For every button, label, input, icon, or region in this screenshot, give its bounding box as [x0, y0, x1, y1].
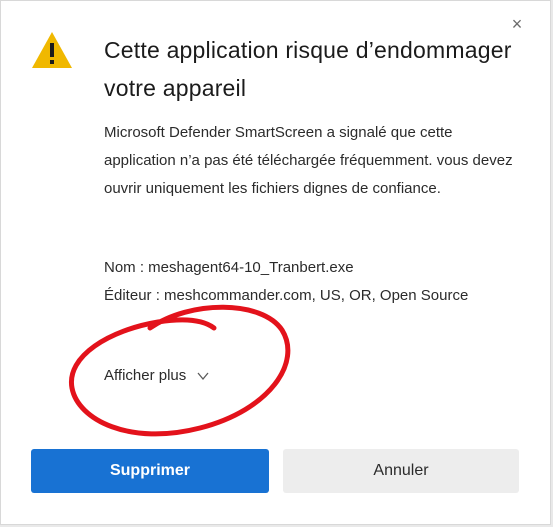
show-more-label: Afficher plus	[104, 367, 187, 384]
publisher: Éditeur : meshcommander.com, US, OR, Ope…	[104, 287, 469, 304]
warning-message: Microsoft Defender SmartScreen a signalé…	[104, 124, 513, 197]
chevron-down-icon	[197, 372, 209, 380]
delete-button[interactable]: Supprimer	[31, 449, 269, 493]
show-more-toggle[interactable]: Afficher plus	[104, 367, 210, 384]
warning-triangle-icon	[32, 32, 72, 68]
cancel-button[interactable]: Annuler	[283, 449, 519, 493]
file-name: Nom : meshagent64-10_Tranbert.exe	[104, 259, 354, 276]
smartscreen-dialog: × Cette application risque d’endommager …	[0, 0, 551, 525]
dialog-title: Cette application risque d’endommager vo…	[104, 37, 512, 101]
file-details: Nom : meshagent64-10_Tranbert.exe Éditeu…	[104, 254, 519, 310]
